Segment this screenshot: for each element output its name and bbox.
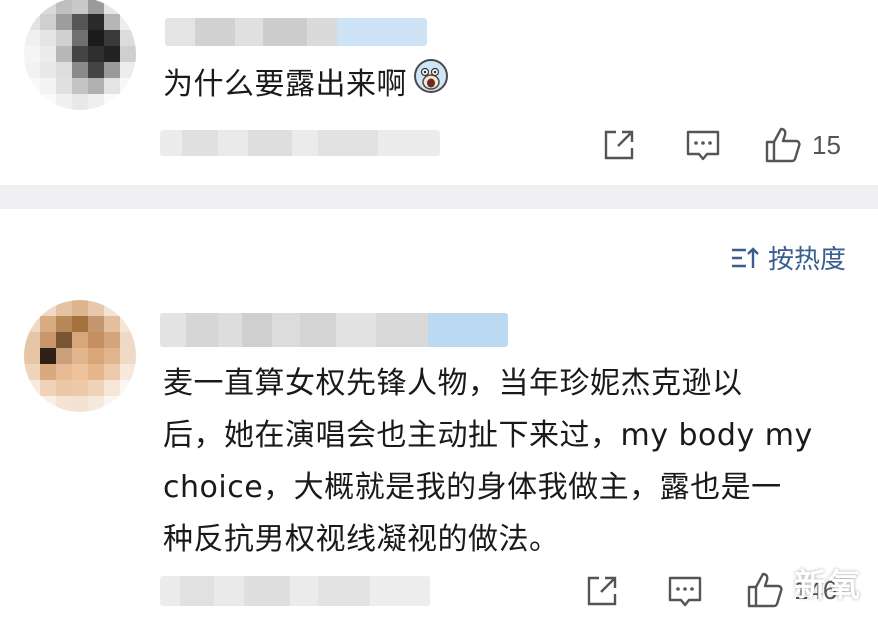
comment-line: 种反抗男权视线凝视的做法。 [163, 522, 560, 557]
comment-text: 为什么要露出来啊 [163, 58, 449, 111]
share-icon [587, 576, 617, 606]
sort-toggle[interactable]: 按热度 [730, 239, 846, 276]
watermark: 新氧 [793, 566, 862, 604]
username[interactable] [165, 18, 427, 46]
comment-body: 麦一直算女权先锋人物，当年珍妮杰克逊以 后，她在演唱会也主动扯下来过，my bo… [163, 358, 813, 566]
reply-button[interactable] [685, 128, 721, 164]
share-button[interactable] [585, 574, 619, 608]
comment-line: 麦一直算女权先锋人物，当年珍妮杰克逊以 [163, 366, 743, 401]
comment-line: choice，大概就是我的身体我做主，露也是一 [163, 470, 782, 505]
like-button[interactable]: 15 [764, 126, 841, 164]
comment-meta [160, 576, 430, 606]
avatar[interactable] [24, 0, 136, 110]
username[interactable] [160, 313, 508, 347]
comment-icon [686, 130, 720, 161]
comment-icon [668, 576, 702, 607]
thumbs-up-icon [765, 127, 801, 163]
avatar[interactable] [24, 300, 136, 412]
reply-button[interactable] [667, 574, 703, 610]
section-divider [0, 185, 878, 209]
thumbs-up-icon [747, 572, 783, 608]
comment-line: 后，她在演唱会也主动扯下来过，my body my [163, 418, 813, 453]
comment-meta [160, 130, 440, 156]
like-count: 15 [812, 129, 841, 160]
sort-icon [731, 246, 759, 268]
share-button[interactable] [602, 128, 636, 162]
comment-body: 为什么要露出来啊 [163, 66, 407, 102]
shocked-face-emoji-icon [413, 58, 449, 111]
sort-label: 按热度 [767, 245, 846, 275]
share-icon [604, 130, 634, 160]
